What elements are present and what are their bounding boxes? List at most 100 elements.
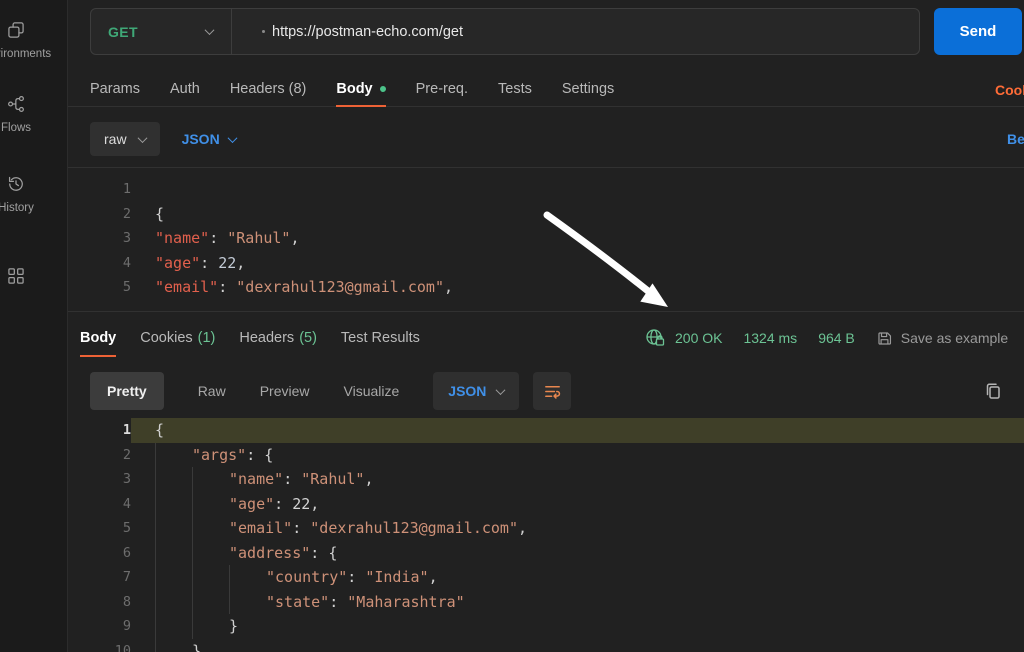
language-label: JSON [182,131,220,147]
code-line-5[interactable]: 5"email": "dexrahul123@gmail.com", [68,275,1024,300]
save-as-example-label: Save as example [901,330,1008,346]
url-cursor-dot [262,30,265,33]
sidebar-label-history: History [0,202,72,214]
code-text: "age": 22, [131,492,1024,517]
sidebar-item-environments[interactable]: Environments [0,20,68,68]
line-number: 1 [68,177,131,202]
activity-sidebar: Environments Flows History [0,0,68,652]
code-text: { [131,418,1024,443]
code-line-7[interactable]: 7"country": "India", [68,565,1024,590]
line-number: 7 [68,565,131,590]
code-text: "email": "dexrahul123@gmail.com", [131,516,1024,541]
code-line-4[interactable]: 4"age": 22, [68,492,1024,517]
code-line-10[interactable]: 10} [68,639,1024,652]
tab-auth[interactable]: Auth [170,72,200,106]
tab-params[interactable]: Params [90,72,140,106]
unsaved-changes-dot [380,86,386,92]
sidebar-item-flows[interactable]: Flows [0,94,68,142]
language-dropdown[interactable]: JSON [182,131,236,147]
chevron-down-icon [227,133,237,143]
line-number: 5 [68,516,131,541]
line-number: 10 [68,639,131,652]
code-text: "args": { [131,443,1024,468]
body-format-dropdown[interactable]: raw [90,122,160,156]
view-tab-pretty[interactable]: Pretty [90,372,164,410]
response-tab-headers[interactable]: Headers (5) [239,320,317,356]
code-line-9[interactable]: 9} [68,614,1024,639]
history-icon [6,174,26,194]
line-number: 4 [68,251,131,276]
response-tab-test-results[interactable]: Test Results [341,320,420,356]
tab-prerequest[interactable]: Pre-req. [416,72,468,106]
request-response-panel: GET https://postman-echo.com/get Send Pa… [68,0,1024,652]
chevron-down-icon [205,25,215,35]
code-text: } [131,614,1024,639]
line-number: 3 [68,467,131,492]
grid-icon [6,266,26,286]
response-tabs: Body Cookies (1) Headers (5) Test Result… [80,320,420,356]
code-line-1[interactable]: 1{ [68,418,1024,443]
response-language-dropdown[interactable]: JSON [433,372,519,410]
send-button[interactable]: Send [934,8,1022,55]
tab-tests[interactable]: Tests [498,72,532,106]
response-time[interactable]: 1324 ms [743,330,797,346]
code-text: "state": "Maharashtra" [131,590,1024,615]
response-size[interactable]: 964 B [818,330,855,346]
code-line-3[interactable]: 3"name": "Rahul", [68,226,1024,251]
tab-headers[interactable]: Headers (8) [230,72,307,106]
chevron-down-icon [496,385,506,395]
status-code[interactable]: 200 OK [675,330,722,346]
code-line-2[interactable]: 2"args": { [68,443,1024,468]
code-line-5[interactable]: 5"email": "dexrahul123@gmail.com", [68,516,1024,541]
code-text: "age": 22, [131,251,1024,276]
response-body-editor[interactable]: 1{2"args": {3"name": "Rahul",4"age": 22,… [68,418,1024,652]
sidebar-label-flows: Flows [0,122,72,134]
cookies-link[interactable]: Cookies [995,72,1024,107]
line-number: 4 [68,492,131,517]
request-body-editor[interactable]: 12{3"name": "Rahul",4"age": 22,5"email":… [68,177,1024,308]
code-line-2[interactable]: 2{ [68,202,1024,227]
code-text: "name": "Rahul", [131,467,1024,492]
wrap-lines-button[interactable] [533,372,571,410]
response-status-bar: 200 OK 1324 ms 964 B Save as example [645,320,1008,356]
active-tab-indicator [336,105,385,107]
active-tab-indicator [80,355,116,357]
copy-response-button[interactable] [983,381,1003,401]
code-line-6[interactable]: 6"address": { [68,541,1024,566]
save-as-example-button[interactable]: Save as example [876,330,1008,347]
chevron-down-icon [137,133,147,143]
line-number: 8 [68,590,131,615]
code-text [131,177,1024,202]
response-panel-divider [68,311,1024,312]
response-language-label: JSON [448,383,486,399]
line-number: 5 [68,275,131,300]
url-text: https://postman-echo.com/get [272,24,463,40]
url-input[interactable]: https://postman-echo.com/get [232,24,463,40]
code-line-4[interactable]: 4"age": 22, [68,251,1024,276]
save-icon [876,330,893,347]
tab-body[interactable]: Body [336,72,385,106]
network-globe-icon[interactable] [645,328,665,348]
view-tab-preview[interactable]: Preview [260,383,310,399]
view-tab-raw[interactable]: Raw [198,383,226,399]
code-text: "address": { [131,541,1024,566]
beautify-link[interactable]: Beautify [1007,131,1024,147]
response-tab-body[interactable]: Body [80,320,116,356]
postman-app-window: Environments Flows History GET [0,0,1024,652]
sidebar-item-configure[interactable] [0,266,68,314]
tab-settings[interactable]: Settings [562,72,614,106]
view-tab-visualize[interactable]: Visualize [344,383,400,399]
code-line-3[interactable]: 3"name": "Rahul", [68,467,1024,492]
code-text: } [131,639,1024,652]
line-number: 2 [68,443,131,468]
method-dropdown[interactable]: GET [91,9,231,54]
code-text: { [131,202,1024,227]
code-line-1[interactable]: 1 [68,177,1024,202]
cookies-count: (1) [198,330,216,346]
response-tab-cookies[interactable]: Cookies (1) [140,320,215,356]
body-format-toolbar: raw JSON Beautify [90,120,1024,158]
sidebar-item-history[interactable]: History [0,174,68,222]
code-line-8[interactable]: 8"state": "Maharashtra" [68,590,1024,615]
flows-icon [6,94,26,114]
line-number: 3 [68,226,131,251]
